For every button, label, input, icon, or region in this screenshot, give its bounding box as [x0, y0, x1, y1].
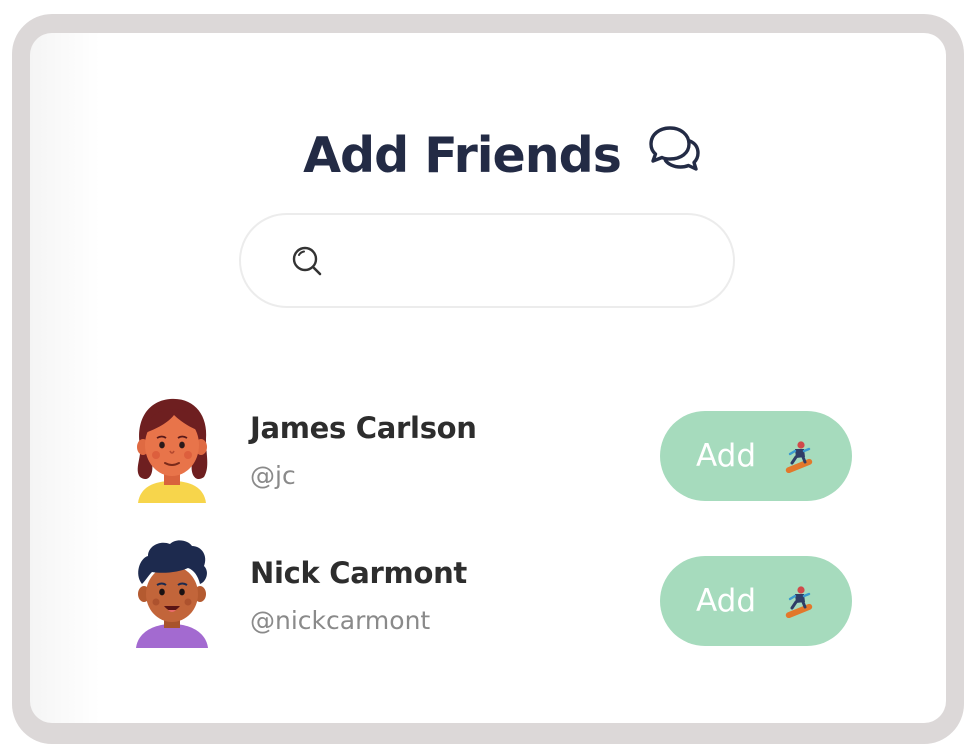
add-button-label: Add — [695, 583, 757, 619]
chat-bubbles-icon — [649, 125, 700, 171]
friend-handle: @nickcarmont — [250, 606, 431, 635]
friend-row: Nick Carmont @nickcarmont Add — [130, 538, 856, 648]
search-input[interactable] — [341, 239, 705, 285]
friend-handle: @jc — [250, 461, 296, 490]
page-title: Add Friends — [303, 127, 622, 184]
add-friend-button[interactable]: Add — [660, 411, 852, 501]
friend-name: Nick Carmont — [250, 556, 467, 590]
woman-avatar — [137, 398, 208, 503]
header: Add Friends — [30, 125, 946, 184]
friend-name: James Carlson — [250, 411, 477, 445]
add-button-label: Add — [695, 438, 757, 474]
man-avatar — [136, 540, 208, 648]
snowboarder-icon — [785, 441, 813, 473]
add-friend-button[interactable]: Add — [660, 556, 852, 646]
search-icon — [292, 246, 322, 276]
search-box[interactable] — [239, 213, 735, 308]
friend-row: James Carlson @jc Add — [130, 393, 856, 503]
add-friends-card: Add Friends James Carlson @jc Add Nick C… — [30, 33, 946, 723]
snowboarder-icon — [785, 586, 813, 618]
